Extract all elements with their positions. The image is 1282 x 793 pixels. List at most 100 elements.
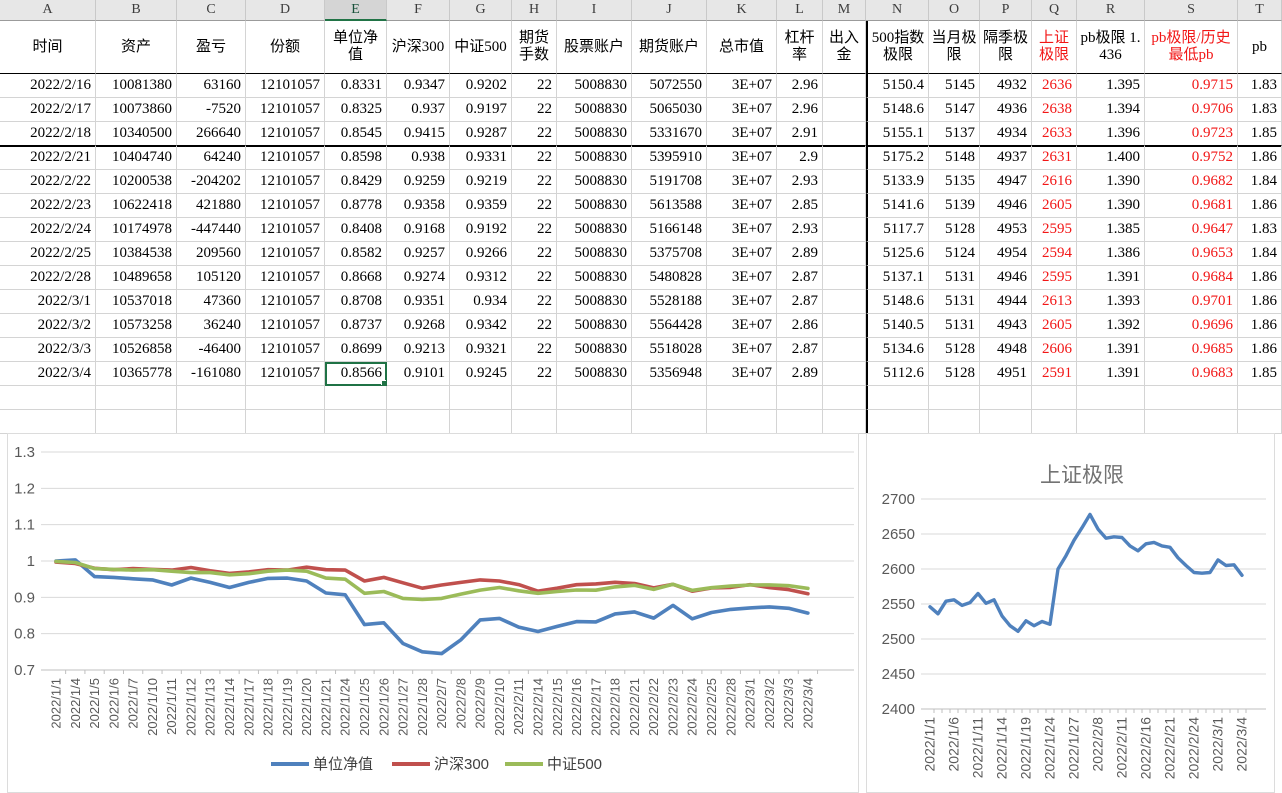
table-cell-N8[interactable]: 5117.7: [866, 218, 929, 242]
table-cell-L14[interactable]: 2.89: [777, 362, 823, 386]
table-cell-T11[interactable]: 1.86: [1238, 290, 1282, 314]
table-cell-P4[interactable]: 4934: [980, 122, 1032, 146]
table-cell-S5[interactable]: 0.9752: [1145, 146, 1238, 170]
table-cell-P8[interactable]: 4953: [980, 218, 1032, 242]
table-cell-N14[interactable]: 5112.6: [866, 362, 929, 386]
table-cell-F8[interactable]: 0.9168: [387, 218, 450, 242]
legend-label[interactable]: 单位净值: [313, 756, 373, 773]
table-cell-L3[interactable]: 2.96: [777, 98, 823, 122]
table-cell-B9[interactable]: 10384538: [96, 242, 177, 266]
empty-cell[interactable]: [1032, 386, 1077, 410]
empty-cell[interactable]: [512, 386, 557, 410]
table-cell-I13[interactable]: 5008830: [557, 338, 632, 362]
table-cell-Q7[interactable]: 2605: [1032, 194, 1077, 218]
table-cell-Q9[interactable]: 2594: [1032, 242, 1077, 266]
table-cell-M8[interactable]: [823, 218, 866, 242]
legend-label[interactable]: 中证500: [547, 756, 602, 773]
table-cell-O3[interactable]: 5147: [929, 98, 980, 122]
table-cell-G2[interactable]: 0.9202: [450, 74, 512, 98]
empty-cell[interactable]: [325, 386, 387, 410]
table-cell-N5[interactable]: 5175.2: [866, 146, 929, 170]
table-cell-C11[interactable]: 47360: [177, 290, 246, 314]
table-cell-J11[interactable]: 5528188: [632, 290, 707, 314]
table-cell-B2[interactable]: 10081380: [96, 74, 177, 98]
table-cell-S11[interactable]: 0.9701: [1145, 290, 1238, 314]
table-cell-N7[interactable]: 5141.6: [866, 194, 929, 218]
table-cell-M13[interactable]: [823, 338, 866, 362]
table-cell-L6[interactable]: 2.93: [777, 170, 823, 194]
table-cell-E2[interactable]: 0.8331: [325, 74, 387, 98]
table-cell-K3[interactable]: 3E+07: [707, 98, 777, 122]
table-cell-S7[interactable]: 0.9681: [1145, 194, 1238, 218]
field-header-G[interactable]: 中证500: [450, 21, 512, 74]
table-cell-N2[interactable]: 5150.4: [866, 74, 929, 98]
table-cell-J8[interactable]: 5166148: [632, 218, 707, 242]
table-cell-G7[interactable]: 0.9359: [450, 194, 512, 218]
table-cell-C12[interactable]: 36240: [177, 314, 246, 338]
table-cell-A14[interactable]: 2022/3/4: [0, 362, 96, 386]
table-cell-L12[interactable]: 2.86: [777, 314, 823, 338]
field-header-A[interactable]: 时间: [0, 21, 96, 74]
table-cell-K4[interactable]: 3E+07: [707, 122, 777, 146]
table-cell-Q4[interactable]: 2633: [1032, 122, 1077, 146]
table-cell-I3[interactable]: 5008830: [557, 98, 632, 122]
table-cell-D8[interactable]: 12101057: [246, 218, 325, 242]
table-cell-G3[interactable]: 0.9197: [450, 98, 512, 122]
column-header-O[interactable]: O: [929, 0, 980, 21]
table-cell-P5[interactable]: 4937: [980, 146, 1032, 170]
empty-cell[interactable]: [823, 410, 866, 434]
table-cell-T4[interactable]: 1.85: [1238, 122, 1282, 146]
table-cell-D3[interactable]: 12101057: [246, 98, 325, 122]
table-cell-I12[interactable]: 5008830: [557, 314, 632, 338]
table-cell-L11[interactable]: 2.87: [777, 290, 823, 314]
table-cell-S4[interactable]: 0.9723: [1145, 122, 1238, 146]
empty-cell[interactable]: [980, 386, 1032, 410]
table-cell-O12[interactable]: 5131: [929, 314, 980, 338]
table-cell-E8[interactable]: 0.8408: [325, 218, 387, 242]
table-cell-K6[interactable]: 3E+07: [707, 170, 777, 194]
table-cell-E11[interactable]: 0.8708: [325, 290, 387, 314]
column-header-D[interactable]: D: [246, 0, 325, 21]
table-cell-I4[interactable]: 5008830: [557, 122, 632, 146]
column-header-C[interactable]: C: [177, 0, 246, 21]
table-cell-J7[interactable]: 5613588: [632, 194, 707, 218]
table-cell-R11[interactable]: 1.393: [1077, 290, 1145, 314]
table-cell-A4[interactable]: 2022/2/18: [0, 122, 96, 146]
table-cell-M11[interactable]: [823, 290, 866, 314]
table-cell-L10[interactable]: 2.87: [777, 266, 823, 290]
empty-cell[interactable]: [450, 386, 512, 410]
field-header-J[interactable]: 期货账户: [632, 21, 707, 74]
empty-cell[interactable]: [387, 386, 450, 410]
column-header-I[interactable]: I: [557, 0, 632, 21]
table-cell-E12[interactable]: 0.8737: [325, 314, 387, 338]
table-cell-H14[interactable]: 22: [512, 362, 557, 386]
shangzheng-limit-chart[interactable]: 上证极限27002650260025502500245024002022/1/1…: [866, 433, 1275, 793]
table-cell-N4[interactable]: 5155.1: [866, 122, 929, 146]
empty-cell[interactable]: [1145, 410, 1238, 434]
table-cell-P6[interactable]: 4947: [980, 170, 1032, 194]
table-cell-K9[interactable]: 3E+07: [707, 242, 777, 266]
table-cell-C5[interactable]: 64240: [177, 146, 246, 170]
table-cell-R7[interactable]: 1.390: [1077, 194, 1145, 218]
table-cell-O10[interactable]: 5131: [929, 266, 980, 290]
table-cell-H12[interactable]: 22: [512, 314, 557, 338]
table-cell-A7[interactable]: 2022/2/23: [0, 194, 96, 218]
field-header-R[interactable]: pb极限 1.436: [1077, 21, 1145, 74]
table-cell-F3[interactable]: 0.937: [387, 98, 450, 122]
table-cell-E7[interactable]: 0.8778: [325, 194, 387, 218]
table-cell-M9[interactable]: [823, 242, 866, 266]
empty-cell[interactable]: [777, 386, 823, 410]
table-cell-K11[interactable]: 3E+07: [707, 290, 777, 314]
table-cell-B12[interactable]: 10573258: [96, 314, 177, 338]
table-cell-N9[interactable]: 5125.6: [866, 242, 929, 266]
table-cell-F10[interactable]: 0.9274: [387, 266, 450, 290]
table-cell-G5[interactable]: 0.9331: [450, 146, 512, 170]
table-cell-I7[interactable]: 5008830: [557, 194, 632, 218]
field-header-T[interactable]: pb: [1238, 21, 1282, 74]
empty-cell[interactable]: [823, 386, 866, 410]
table-cell-E4[interactable]: 0.8545: [325, 122, 387, 146]
table-cell-E13[interactable]: 0.8699: [325, 338, 387, 362]
table-cell-A11[interactable]: 2022/3/1: [0, 290, 96, 314]
column-header-M[interactable]: M: [823, 0, 866, 21]
table-cell-O9[interactable]: 5124: [929, 242, 980, 266]
